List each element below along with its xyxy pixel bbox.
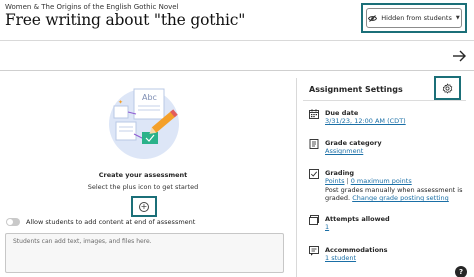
gear-icon[interactable] [442, 83, 453, 94]
svg-text:✦: ✦ [118, 99, 123, 106]
grading-label: Grading [325, 169, 355, 177]
visibility-highlight: Hidden from students ▼ [361, 3, 467, 33]
setting-attempts: Attempts allowed 1 [309, 215, 390, 232]
due-date-label: Due date [325, 109, 359, 117]
due-date-link[interactable]: 3/31/23, 12:00 AM (CDT) [325, 117, 406, 126]
grade-posting-line: graded. Change grade posting setting [325, 194, 463, 203]
setting-accommodations: Accommodations 1 student [309, 246, 388, 263]
help-button[interactable]: ? [455, 266, 467, 277]
arrow-right-icon[interactable] [451, 48, 467, 64]
gradebook-icon [309, 139, 319, 149]
page-title: Free writing about "the gothic" [5, 11, 246, 29]
chevron-down-icon: ▼ [455, 15, 460, 21]
allow-content-toggle[interactable] [6, 218, 20, 226]
allow-content-toggle-label: Allow students to add content at end of … [26, 218, 196, 226]
allow-content-toggle-row: Allow students to add content at end of … [6, 218, 195, 226]
illustration-text: Abc [142, 93, 157, 102]
attempts-icon [309, 215, 319, 225]
create-assessment-illustration: Abc ✦ [109, 88, 179, 159]
calendar-icon [309, 109, 319, 119]
assignment-settings-panel: Assignment Settings Due date 3/31/23, 12… [303, 72, 474, 277]
student-content-placeholder: Students can add text, images, and files… [13, 238, 152, 245]
settings-gear-highlight [434, 76, 461, 100]
page-header: Women & The Origins of the English Gothi… [0, 0, 474, 40]
create-assessment-title: Create your assessment [98, 171, 188, 179]
grading-icon [309, 169, 319, 179]
breadcrumb[interactable]: Women & The Origins of the English Gothi… [5, 3, 179, 11]
attempts-link[interactable]: 1 [325, 223, 390, 232]
create-assessment-subtitle: Select the plus icon to get started [87, 183, 199, 191]
grading-scheme-link[interactable]: Points [325, 177, 345, 185]
attempts-label: Attempts allowed [325, 215, 390, 223]
setting-grade-category: Grade category Assignment [309, 139, 382, 156]
grade-posting-graded: graded. [325, 194, 351, 202]
grade-category-label: Grade category [325, 139, 382, 147]
nav-row [0, 41, 474, 71]
accommodations-label: Accommodations [325, 246, 388, 254]
accommodations-icon [309, 246, 319, 256]
grade-category-link[interactable]: Assignment [325, 147, 382, 156]
settings-title-divider [303, 100, 466, 101]
plus-circle-icon[interactable]: + [139, 201, 149, 212]
column-divider [296, 78, 297, 277]
student-content-area[interactable]: Students can add text, images, and files… [5, 233, 284, 273]
accommodations-link[interactable]: 1 student [325, 254, 388, 263]
visibility-dropdown[interactable]: Hidden from students ▼ [366, 8, 462, 28]
add-content-highlight: + [131, 196, 157, 217]
setting-grading: Grading Points | 0 maximum points Post gra… [309, 169, 463, 203]
change-grade-posting-link[interactable]: Change grade posting setting [352, 194, 449, 202]
setting-due-date: Due date 3/31/23, 12:00 AM (CDT) [309, 109, 406, 126]
assessment-content-area: Abc ✦ Create your assessment Select the … [0, 72, 296, 277]
grade-posting-note: Post grades manually when assessment is [325, 185, 463, 194]
max-points-link[interactable]: 0 maximum points [351, 177, 412, 185]
grading-scheme-line: Points | 0 maximum points [325, 177, 463, 186]
settings-title: Assignment Settings [309, 85, 403, 94]
eye-slash-icon [368, 14, 378, 22]
visibility-label: Hidden from students [381, 14, 452, 22]
